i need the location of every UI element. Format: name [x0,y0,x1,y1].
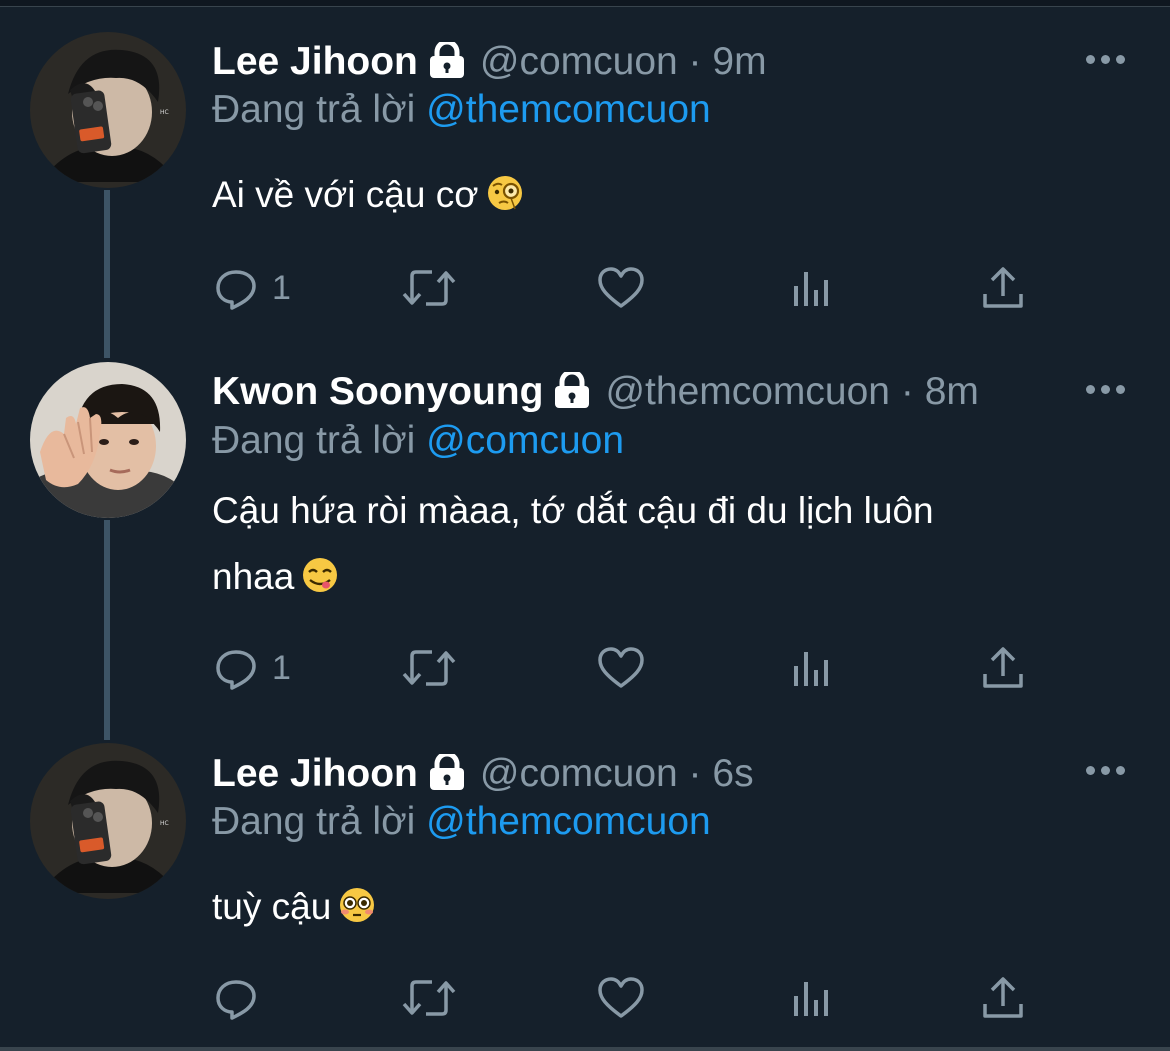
avatar[interactable]: HC [30,32,186,188]
more-options-icon[interactable] [1086,766,1126,778]
share-button[interactable] [980,643,1026,693]
tweet-text-line: Cậu hứa ròi màaa, tớ dắt cậu đi du lịch … [212,490,934,531]
replying-to: Đang trả lời @themcomcuon [212,86,711,134]
replying-to: Đang trả lời @themcomcuon [212,798,711,846]
timestamp[interactable]: 6s [712,752,753,795]
display-name[interactable]: Lee Jihoon [212,40,418,83]
separator-dot: · [688,40,702,83]
mention-link[interactable]: @themcomcuon [426,800,711,843]
tweet-text: tuỳ cậu [212,874,1112,946]
lock-icon [551,369,593,420]
like-button[interactable] [596,263,646,313]
analytics-icon [794,272,828,306]
lock-icon [426,39,468,90]
reply-icon [216,650,256,690]
timestamp[interactable]: 9m [712,40,766,83]
tweet-actions [212,973,1052,1023]
svg-text:HC: HC [160,820,169,827]
reply-button[interactable]: 1 [212,643,291,693]
more-options-icon[interactable] [1086,55,1126,67]
heart-icon [598,647,644,688]
svg-text:HC: HC [160,109,169,116]
analytics-icon [794,652,828,686]
tweet-actions: 1 [212,643,1052,693]
tweet[interactable]: Kwon Soonyoung @themcomcuon · 8m Đang trả… [0,340,1170,720]
display-name[interactable]: Lee Jihoon [212,752,418,795]
analytics-button[interactable] [790,973,834,1023]
mention-link[interactable]: @themcomcuon [426,88,711,131]
tweet[interactable]: HC Lee Jihoon @comcuon · 6s Đang trả lời … [0,720,1170,1040]
replying-label: Đang trả lời [212,88,416,131]
replying-label: Đang trả lời [212,800,416,843]
share-icon [983,647,1023,688]
tweet-text-line: Ai về với cậu cơ [212,174,479,215]
more-options-icon[interactable] [1086,385,1126,397]
share-icon [983,977,1023,1018]
bottom-divider [0,1047,1170,1051]
separator-dot: · [688,752,702,795]
tweet-text: Ai về với cậu cơ [212,162,1112,234]
like-button[interactable] [596,973,646,1023]
user-handle[interactable]: @comcuon [480,40,678,83]
replying-to: Đang trả lời @comcuon [212,417,624,465]
heart-icon [598,977,644,1018]
lock-icon [426,751,468,802]
avatar[interactable]: HC [30,743,186,899]
avatar[interactable] [30,362,186,518]
retweet-button[interactable] [400,263,458,313]
face-savoring-food-emoji [300,550,340,616]
separator-dot: · [900,370,914,413]
analytics-button[interactable] [790,263,834,313]
retweet-button[interactable] [400,643,458,693]
share-button[interactable] [980,263,1026,313]
retweet-button[interactable] [400,973,458,1023]
reply-count: 1 [272,648,291,687]
heart-icon [598,267,644,308]
tweet-actions: 1 [212,263,1052,313]
mention-link[interactable]: @comcuon [426,419,624,462]
replying-label: Đang trả lời [212,419,416,462]
tweet-text-line: nhaa [212,556,295,597]
face-with-monocle-emoji [485,168,525,234]
timestamp[interactable]: 8m [925,370,979,413]
reply-icon [216,270,256,310]
retweet-icon [402,650,456,686]
reply-icon [216,980,256,1020]
user-handle[interactable]: @themcomcuon [605,370,890,413]
share-button[interactable] [980,973,1026,1023]
retweet-icon [402,270,456,306]
tweet-text-line: tuỳ cậu [212,886,332,927]
reply-count: 1 [272,268,291,307]
retweet-icon [402,980,456,1016]
reply-button[interactable]: 1 [212,263,291,313]
analytics-button[interactable] [790,643,834,693]
tweet-text: Cậu hứa ròi màaa, tớ dắt cậu đi du lịch … [212,478,1112,616]
user-handle[interactable]: @comcuon [480,752,678,795]
like-button[interactable] [596,643,646,693]
flushed-face-emoji [337,880,377,946]
tweet[interactable]: HC Lee Jihoon @comcuon · 9m Đang trả lời … [0,0,1170,340]
share-icon [983,267,1023,308]
analytics-icon [794,982,828,1016]
reply-button[interactable] [212,973,272,1023]
display-name[interactable]: Kwon Soonyoung [212,370,543,413]
